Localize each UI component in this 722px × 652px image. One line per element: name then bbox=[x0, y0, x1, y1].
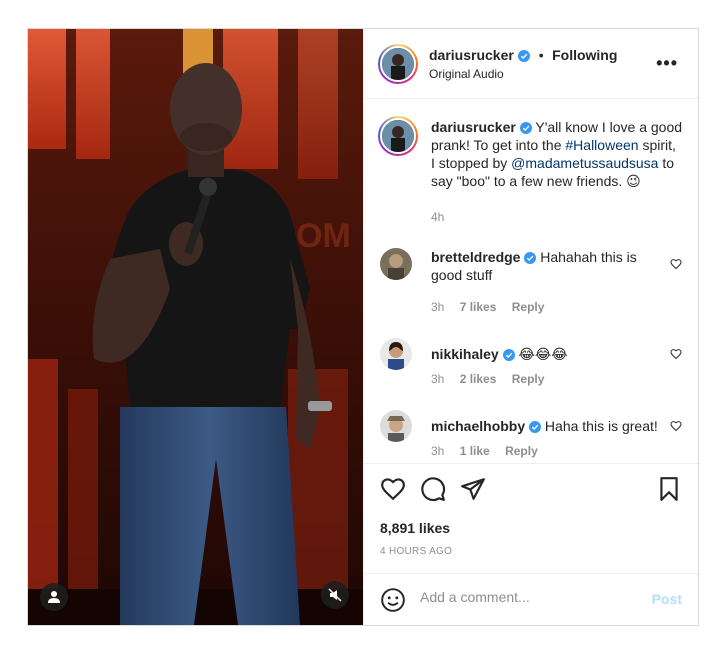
post-sidebar: dariusrucker • Following Original Audio … bbox=[363, 29, 698, 625]
avatar-image bbox=[382, 120, 414, 152]
verified-icon bbox=[529, 421, 542, 433]
following-button[interactable]: Following bbox=[552, 47, 617, 63]
post-comment-button[interactable]: Post bbox=[652, 591, 682, 607]
verified-icon bbox=[524, 252, 537, 264]
comments-section: dariusrucker Y'all know I love a good pr… bbox=[364, 100, 698, 462]
commenter-avatar[interactable] bbox=[380, 410, 412, 442]
comment-likes[interactable]: 1 like bbox=[460, 444, 490, 458]
caption: dariusrucker Y'all know I love a good pr… bbox=[378, 116, 682, 228]
wink-emoji: 😉 bbox=[626, 173, 641, 189]
like-heart-icon[interactable] bbox=[380, 476, 406, 502]
comment-body: 😂😂😂 bbox=[518, 346, 568, 362]
comment-item: nikkihaley 😂😂😂 3h 2 likes Reply bbox=[380, 338, 682, 390]
comment-time[interactable]: 3h bbox=[431, 300, 444, 314]
caption-avatar[interactable] bbox=[378, 116, 418, 156]
emoji-icon[interactable] bbox=[380, 587, 406, 613]
post-video[interactable]: OM bbox=[28, 29, 363, 625]
svg-text:OM: OM bbox=[296, 217, 351, 255]
add-comment-bar: Post bbox=[364, 573, 698, 625]
comment-text: michaelhobby Haha this is great! bbox=[431, 417, 658, 435]
post-dialog: OM dariusrucker • Following Original Aud… bbox=[27, 28, 699, 626]
avatar-image bbox=[380, 410, 412, 442]
comment-meta: 3h 2 likes Reply bbox=[431, 372, 556, 386]
comment-like-heart-icon[interactable] bbox=[670, 420, 682, 432]
comment-meta: 3h 7 likes Reply bbox=[431, 300, 556, 314]
user-tag-icon bbox=[48, 591, 60, 603]
comment-item: michaelhobby Haha this is great! 3h 1 li… bbox=[380, 410, 682, 462]
audio-label[interactable]: Original Audio bbox=[429, 67, 504, 81]
avatar-image bbox=[380, 248, 412, 280]
comment-like-heart-icon[interactable] bbox=[670, 258, 682, 270]
post-header: dariusrucker • Following Original Audio … bbox=[364, 29, 698, 99]
comment-text: bretteldredge Hahahah this is good stuff bbox=[431, 248, 658, 284]
reply-button[interactable]: Reply bbox=[512, 300, 545, 314]
video-frame: OM bbox=[28, 29, 363, 625]
commenter-username[interactable]: michaelhobby bbox=[431, 418, 525, 434]
verified-icon bbox=[518, 50, 531, 62]
avatar-image bbox=[380, 338, 412, 370]
share-icon[interactable] bbox=[460, 476, 486, 502]
post-actions: 8,891 likes 4 HOURS AGO bbox=[364, 463, 698, 573]
comment-likes[interactable]: 7 likes bbox=[460, 300, 497, 314]
caption-meta: 4h bbox=[431, 210, 456, 224]
mention-link[interactable]: @madametussaudsusa bbox=[511, 155, 658, 171]
separator-dot: • bbox=[538, 47, 544, 63]
commenter-avatar[interactable] bbox=[380, 248, 412, 280]
avatar-image bbox=[382, 48, 414, 80]
comment-input[interactable] bbox=[420, 589, 640, 605]
comment-likes[interactable]: 2 likes bbox=[460, 372, 497, 386]
author-username[interactable]: dariusrucker bbox=[429, 47, 514, 63]
post-timestamp[interactable]: 4 HOURS AGO bbox=[380, 546, 452, 557]
more-options-button[interactable]: ••• bbox=[656, 53, 678, 74]
comment-text: nikkihaley 😂😂😂 bbox=[431, 345, 658, 363]
verified-icon bbox=[502, 349, 515, 361]
author-avatar[interactable] bbox=[378, 44, 418, 84]
verified-icon bbox=[519, 122, 532, 134]
likes-count[interactable]: 8,891 likes bbox=[380, 520, 450, 536]
user-tag-button[interactable] bbox=[40, 583, 68, 611]
comment-meta: 3h 1 like Reply bbox=[431, 444, 550, 458]
commenter-username[interactable]: bretteldredge bbox=[431, 249, 520, 265]
reply-button[interactable]: Reply bbox=[512, 372, 545, 386]
comment-time[interactable]: 3h bbox=[431, 372, 444, 386]
reply-button[interactable]: Reply bbox=[505, 444, 538, 458]
mute-button[interactable] bbox=[321, 581, 349, 609]
comment-body: Haha this is great! bbox=[544, 418, 658, 434]
mute-icon bbox=[328, 588, 342, 602]
bookmark-icon[interactable] bbox=[656, 476, 682, 502]
caption-username[interactable]: dariusrucker bbox=[431, 119, 516, 135]
commenter-avatar[interactable] bbox=[380, 338, 412, 370]
commenter-username[interactable]: nikkihaley bbox=[431, 346, 499, 362]
hashtag-link[interactable]: #Halloween bbox=[565, 137, 638, 153]
comment-like-heart-icon[interactable] bbox=[670, 348, 682, 360]
comment-icon[interactable] bbox=[420, 476, 446, 502]
comment-item: bretteldredge Hahahah this is good stuff… bbox=[380, 248, 682, 318]
caption-time[interactable]: 4h bbox=[431, 210, 444, 224]
comment-time[interactable]: 3h bbox=[431, 444, 444, 458]
caption-text: dariusrucker Y'all know I love a good pr… bbox=[431, 118, 682, 190]
